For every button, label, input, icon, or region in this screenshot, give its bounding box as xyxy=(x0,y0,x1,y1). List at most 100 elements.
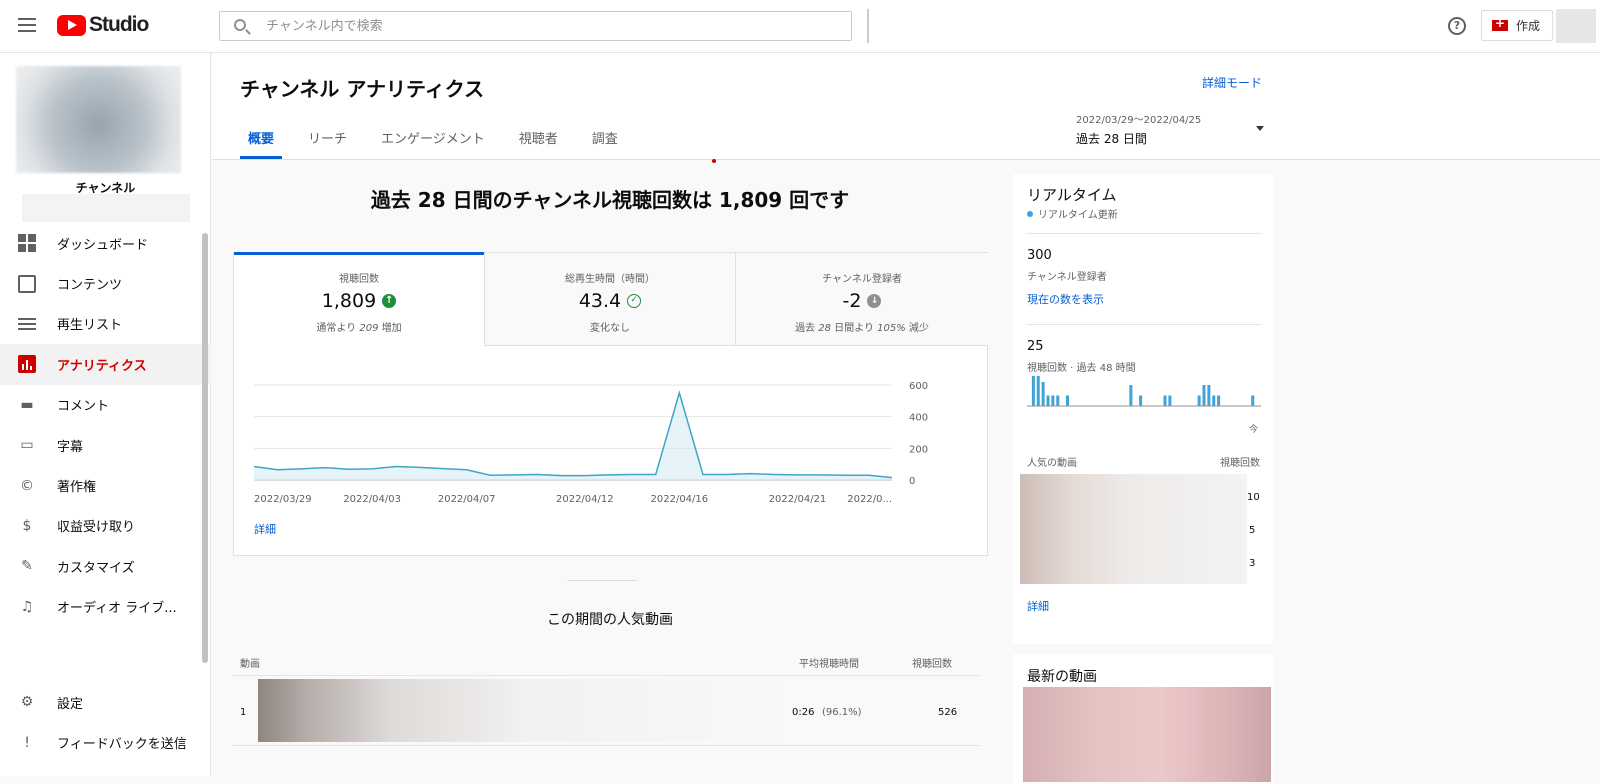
divider xyxy=(867,9,869,43)
table-row[interactable]: 1 0:26 (96.1%) 526 xyxy=(232,676,980,746)
realtime-card: リアルタイム リアルタイム更新 300 チャンネル登録者 現在の数を表示 25 … xyxy=(1013,174,1273,644)
realtime-bar xyxy=(1198,396,1201,407)
show-current-count-link[interactable]: 現在の数を表示 xyxy=(1027,291,1104,307)
video-thumbnail[interactable] xyxy=(258,679,788,742)
sidebar-scrollbar[interactable] xyxy=(202,233,208,663)
tab-research[interactable]: 調査 xyxy=(584,120,626,159)
tab-bar: 概要 リーチ エンゲージメント 視聴者 調査 xyxy=(240,120,644,159)
sidebar-item-label: 再生リスト xyxy=(57,314,122,333)
col-views[interactable]: 視聴回数 xyxy=(912,655,952,670)
help-icon[interactable]: ? xyxy=(1448,17,1466,35)
account-avatar[interactable] xyxy=(1556,9,1596,43)
popular-video-views: 10 xyxy=(1247,492,1260,503)
metric-views[interactable]: 視聴回数 1,809↑ 通常より 209 増加 xyxy=(234,253,485,346)
analytics-icon xyxy=(18,355,36,373)
dropdown-caret-icon[interactable] xyxy=(1256,126,1264,131)
sidebar-item-label: 収益受け取り xyxy=(57,516,135,535)
latest-video-thumbnail[interactable] xyxy=(1023,687,1271,782)
realtime-bar xyxy=(1032,376,1035,406)
realtime-bar xyxy=(1164,396,1167,407)
search-input[interactable] xyxy=(266,16,826,36)
latest-video-title: 最新の動画 xyxy=(1027,666,1097,686)
menu-icon[interactable] xyxy=(18,18,36,32)
x-tick-label: 2022/04/07 xyxy=(438,494,496,505)
x-tick-label: 2022/0... xyxy=(847,494,892,505)
tab-overview[interactable]: 概要 xyxy=(240,120,282,159)
sidebar-item-subtitles[interactable]: ▭ 字幕 xyxy=(0,425,211,465)
tab-engagement[interactable]: エンゲージメント xyxy=(373,120,493,159)
indicator-dot xyxy=(712,159,716,163)
customize-icon: ✎ xyxy=(18,557,36,575)
sidebar-item-feedback[interactable]: ! フィードバックを送信 xyxy=(0,722,211,762)
table-header: 動画 平均視聴時間 視聴回数 xyxy=(232,643,980,676)
metric-label: チャンネル登録者 xyxy=(736,270,988,285)
x-tick-label: 2022/04/03 xyxy=(343,494,401,505)
date-range-picker[interactable]: 2022/03/29〜2022/04/25 過去 28 日間 xyxy=(1076,111,1201,147)
search-icon xyxy=(234,19,246,31)
create-button[interactable]: 作成 xyxy=(1481,10,1553,41)
popular-videos-table: 動画 平均視聴時間 視聴回数 1 0:26 (96.1%) 526 xyxy=(232,643,980,746)
channel-avatar[interactable] xyxy=(16,66,181,173)
sidebar-item-label: アナリティクス xyxy=(57,355,147,374)
tab-reach[interactable]: リーチ xyxy=(300,120,355,159)
realtime-bar xyxy=(1129,385,1132,406)
sidebar-item-settings[interactable]: ⚙ 設定 xyxy=(0,682,211,722)
metric-note-suffix: 増加 xyxy=(378,323,401,334)
advanced-mode-link[interactable]: 詳細モード xyxy=(1202,74,1262,91)
page-title: チャンネル アナリティクス xyxy=(240,73,484,102)
youtube-logo-icon xyxy=(57,15,86,36)
section-divider xyxy=(567,580,637,581)
sidebar-item-analytics[interactable]: アナリティクス xyxy=(0,344,211,384)
col-avg-duration[interactable]: 平均視聴時間 xyxy=(799,655,859,670)
col-video: 動画 xyxy=(240,655,260,670)
search-box[interactable] xyxy=(219,11,852,41)
comment-icon: ▬ xyxy=(18,396,36,414)
metric-note: 過去 xyxy=(795,323,818,334)
subscriber-label: チャンネル登録者 xyxy=(1027,268,1107,283)
sidebar-item-playlists[interactable]: 再生リスト xyxy=(0,304,211,344)
y-tick-label: 600 xyxy=(909,381,928,392)
realtime-bar xyxy=(1139,396,1142,407)
realtime-bar xyxy=(1042,382,1045,406)
realtime-title: リアルタイム xyxy=(1027,184,1117,205)
metric-subscribers[interactable]: チャンネル登録者 -2↓ 過去 28 日間より 105% 減少 xyxy=(736,253,988,346)
main-content: チャンネル アナリティクス 詳細モード 概要 リーチ エンゲージメント 視聴者 … xyxy=(212,53,1600,776)
top-bar: Studio ? 作成 xyxy=(0,0,1600,53)
arrow-up-icon: ↑ xyxy=(382,294,396,308)
metrics-card: 視聴回数 1,809↑ 通常より 209 増加 総再生時間（時間） 43.4✓ … xyxy=(233,252,988,556)
logo-text: Studio xyxy=(89,13,148,37)
sidebar-item-label: コメント xyxy=(57,395,109,414)
sidebar-item-audio-library[interactable]: ♫ オーディオ ライブ... xyxy=(0,587,211,627)
sidebar-item-content[interactable]: コンテンツ xyxy=(0,263,211,303)
studio-logo[interactable]: Studio xyxy=(57,13,148,37)
metric-value: -2 xyxy=(843,290,862,312)
sidebar-item-dashboard[interactable]: ダッシュボード xyxy=(0,223,211,263)
popular-video-thumbnails[interactable] xyxy=(1020,474,1247,584)
channel-handle xyxy=(22,194,190,222)
metric-note: 通常より xyxy=(316,323,359,334)
realtime-views-count: 25 xyxy=(1027,339,1044,354)
sidebar-item-label: 著作権 xyxy=(57,476,96,495)
sidebar-item-label: カスタマイズ xyxy=(57,557,135,576)
sidebar-item-customize[interactable]: ✎ カスタマイズ xyxy=(0,546,211,586)
sidebar-item-copyright[interactable]: © 著作権 xyxy=(0,465,211,505)
overview-headline: 過去 28 日間のチャンネル視聴回数は 1,809 回です xyxy=(232,184,988,213)
sidebar-item-comments[interactable]: ▬ コメント xyxy=(0,385,211,425)
realtime-bar xyxy=(1056,396,1059,407)
realtime-bar-chart xyxy=(1027,374,1261,416)
tab-audience[interactable]: 視聴者 xyxy=(511,120,566,159)
sidebar-item-label: フィードバックを送信 xyxy=(57,733,187,752)
date-range-period: 過去 28 日間 xyxy=(1076,130,1201,147)
content-icon xyxy=(18,275,36,293)
sidebar-item-monetization[interactable]: $ 収益受け取り xyxy=(0,506,211,546)
page-header: チャンネル アナリティクス 詳細モード 概要 リーチ エンゲージメント 視聴者 … xyxy=(212,53,1600,160)
row-rank: 1 xyxy=(240,707,246,718)
metric-value: 43.4 xyxy=(579,290,621,312)
detail-link[interactable]: 詳細 xyxy=(254,521,276,537)
x-tick-label: 2022/04/16 xyxy=(651,494,709,505)
realtime-bar xyxy=(1251,396,1254,407)
metric-watch-time[interactable]: 総再生時間（時間） 43.4✓ 変化なし xyxy=(485,253,736,346)
latest-video-card: 最新の動画 xyxy=(1013,654,1273,784)
monetization-icon: $ xyxy=(18,517,36,535)
realtime-detail-link[interactable]: 詳細 xyxy=(1027,598,1049,614)
